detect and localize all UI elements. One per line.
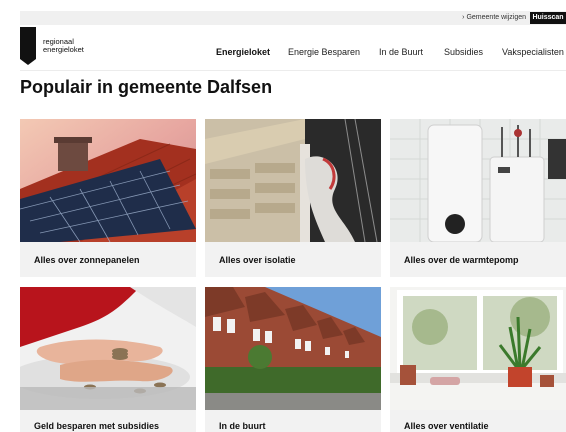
card-isolatie[interactable]: Alles over isolatie [205, 119, 381, 277]
card-label: Alles over de warmtepomp [404, 255, 519, 265]
card-warmtepomp[interactable]: Alles over de warmtepomp [390, 119, 566, 277]
logo[interactable]: regionaal energieloket [20, 27, 100, 65]
nav-item-subsidies[interactable]: Subsidies [444, 47, 483, 57]
coins-image [20, 287, 196, 410]
logo-mark-icon [20, 27, 36, 65]
card-subsidies[interactable]: Geld besparen met subsidies [20, 287, 196, 432]
neighbourhood-image [205, 287, 381, 410]
card-label: Alles over ventilatie [404, 421, 489, 431]
change-municipality-label: Gemeente wijzigen [466, 14, 526, 21]
heat-pump-image [390, 119, 566, 242]
page-title: Populair in gemeente Dalfsen [20, 77, 273, 97]
card-in-de-buurt[interactable]: In de buurt [205, 287, 381, 432]
card-label: Geld besparen met subsidies [34, 421, 160, 431]
utility-bar: › Gemeente wijzigen Huisscan [20, 11, 566, 25]
insulation-image [205, 119, 381, 242]
card-label: Alles over zonnepanelen [34, 255, 140, 265]
huisscan-button[interactable]: Huisscan [530, 12, 566, 24]
chevron-right-icon: › [462, 14, 465, 21]
card-label: Alles over isolatie [219, 255, 296, 265]
card-zonnepanelen[interactable]: Alles over zonnepanelen [20, 119, 196, 277]
header-divider [20, 70, 566, 71]
solar-panels-image [20, 119, 196, 242]
nav-item-vakspecialisten[interactable]: Vakspecialisten [502, 47, 564, 57]
main-nav: Energieloket Energie Besparen In de Buur… [0, 47, 566, 59]
nav-item-energieloket[interactable]: Energieloket [216, 47, 270, 57]
nav-item-in-de-buurt[interactable]: In de Buurt [379, 47, 423, 57]
change-municipality-link[interactable]: › Gemeente wijzigen [462, 13, 526, 23]
card-ventilatie[interactable]: Alles over ventilatie [390, 287, 566, 432]
nav-item-energie-besparen[interactable]: Energie Besparen [288, 47, 360, 57]
card-label: In de buurt [219, 421, 266, 431]
ventilation-window-image [390, 287, 566, 410]
